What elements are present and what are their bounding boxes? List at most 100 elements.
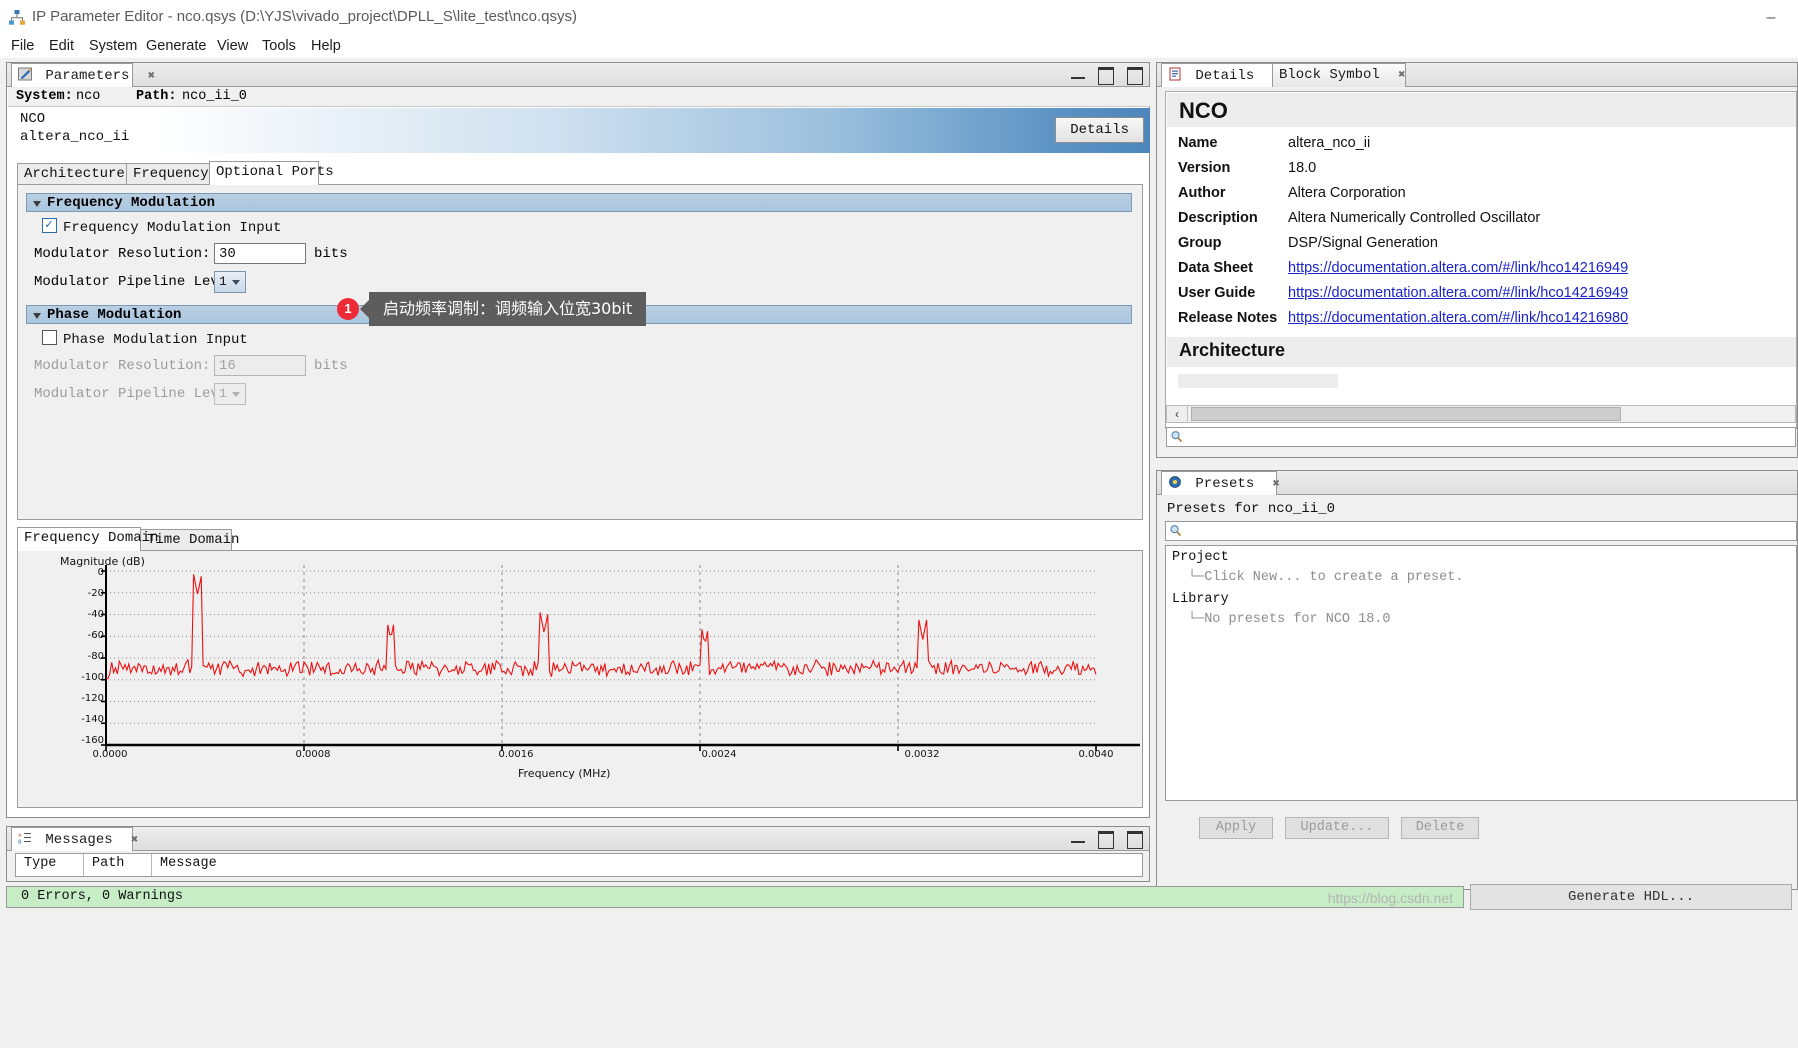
user-guide-link[interactable]: https://documentation.altera.com/#/link/… <box>1288 285 1628 301</box>
pm-resolution-unit: bits <box>314 358 348 374</box>
details-key: User Guide <box>1178 285 1256 301</box>
fm-modulator-resolution-input[interactable] <box>214 243 306 264</box>
tab-details[interactable]: Details ✖ <box>1161 63 1280 87</box>
fm-modulator-pipeline-label: Modulator Pipeline Level: <box>34 274 245 290</box>
tab-optional-ports[interactable]: Optional Ports <box>209 161 334 185</box>
column-header-message[interactable]: Message <box>152 854 1142 876</box>
phase-modulation-input-checkbox[interactable] <box>42 330 57 345</box>
status-bar: 0 Errors, 0 Warnings https://blog.csdn.n… <box>6 886 1464 908</box>
tab-presets-close-icon[interactable]: ✖ <box>1273 476 1280 491</box>
minimize-button[interactable]: – <box>1760 8 1782 28</box>
menu-bar: File Edit System Generate View Tools Hel… <box>0 36 1798 58</box>
details-key: Name <box>1178 135 1218 151</box>
release-notes-link[interactable]: https://documentation.altera.com/#/link/… <box>1288 310 1628 326</box>
details-row: Version 18.0 <box>1166 157 1796 182</box>
restore-icon[interactable] <box>1127 67 1143 85</box>
menu-item-tools[interactable]: Tools <box>259 38 299 54</box>
tab-parameters-label: Parameters <box>45 68 130 84</box>
menu-item-system[interactable]: System <box>86 38 140 54</box>
preset-library-hint-text: No presets for NCO 18.0 <box>1204 612 1391 627</box>
ip-parameter-editor-window: IP Parameter Editor - nco.qsys (D:\YJS\v… <box>0 0 1798 1048</box>
tab-parameters[interactable]: Parameters ✖ <box>11 63 155 87</box>
details-title-band: NCO <box>1167 93 1796 127</box>
callout-tooltip-1: 启动频率调制：调频输入位宽30bit <box>360 292 647 326</box>
fm-modulator-pipeline-select[interactable]: 1 <box>214 271 246 293</box>
path-value: nco_ii_0 <box>182 89 247 104</box>
presets-tree[interactable]: Project └─Click New... to create a prese… <box>1165 545 1797 801</box>
maximize-icon[interactable] <box>1098 67 1115 85</box>
apply-button[interactable]: Apply <box>1199 817 1273 839</box>
tab-messages-close-icon[interactable]: ✖ <box>131 832 138 847</box>
delete-button[interactable]: Delete <box>1401 817 1479 839</box>
tab-messages-label: Messages <box>45 832 113 848</box>
menu-item-generate[interactable]: Generate <box>143 38 209 54</box>
collapse-triangle-icon[interactable] <box>33 313 41 319</box>
details-key: Release Notes <box>1178 310 1278 326</box>
collapse-triangle-icon[interactable] <box>33 201 41 207</box>
scroll-left-button[interactable]: ‹ <box>1167 406 1188 422</box>
group-frequency-modulation-header[interactable]: Frequency Modulation <box>26 193 1132 212</box>
tab-architecture[interactable]: Architecture <box>17 163 127 185</box>
details-row: Description Altera Numerically Controlle… <box>1166 207 1796 232</box>
pm-modulator-pipeline-select: 1 <box>214 383 246 405</box>
menu-item-help[interactable]: Help <box>308 38 344 54</box>
phase-modulation-input-checkbox-row[interactable]: Phase Modulation Input <box>42 330 248 348</box>
callout-arrow-icon <box>360 299 370 319</box>
tab-block-symbol-label: Block Symbol <box>1279 67 1380 83</box>
tab-block-symbol[interactable]: Block Symbol ✖ <box>1272 63 1406 87</box>
tab-presets[interactable]: Presets ✖ <box>1161 471 1280 495</box>
messages-window-buttons <box>1066 831 1143 849</box>
column-label-message: Message <box>160 856 217 871</box>
details-value: altera_nco_ii <box>1288 135 1371 151</box>
search-icon <box>1171 431 1183 443</box>
preset-tree-node-project[interactable]: Project <box>1172 550 1229 565</box>
update-button[interactable]: Update... <box>1285 817 1389 839</box>
frequency-modulation-input-checkbox-row[interactable]: ✓ Frequency Modulation Input <box>42 218 281 236</box>
details-placeholder-row <box>1178 374 1338 388</box>
tab-parameters-close-icon[interactable]: ✖ <box>148 68 155 83</box>
path-key: Path: <box>136 89 177 104</box>
optional-ports-pane: Frequency Modulation ✓ Frequency Modulati… <box>17 184 1143 520</box>
column-label-type: Type <box>24 856 57 871</box>
maximize-icon[interactable] <box>1098 831 1115 849</box>
presets-icon <box>1169 476 1181 488</box>
presets-search-input[interactable] <box>1165 521 1797 541</box>
menu-item-edit[interactable]: Edit <box>46 38 77 54</box>
messages-panel: ✕ 0 Messages ✖ Type Path Message <box>6 826 1150 882</box>
pm-pipeline-value: 1 <box>219 386 227 401</box>
details-button[interactable]: Details <box>1055 117 1144 143</box>
details-key: Group <box>1178 235 1222 251</box>
data-sheet-link[interactable]: https://documentation.altera.com/#/link/… <box>1288 260 1628 276</box>
callout-badge-1: 1 <box>337 298 359 320</box>
tab-frequency[interactable]: Frequency <box>126 163 210 185</box>
tab-messages[interactable]: ✕ 0 Messages ✖ <box>11 827 138 851</box>
preset-hint-text: Click New... to create a preset. <box>1204 570 1464 585</box>
messages-icon: ✕ 0 <box>18 832 31 845</box>
details-search-input[interactable] <box>1166 427 1796 447</box>
window-title: IP Parameter Editor - nco.qsys (D:\YJS\v… <box>32 8 577 25</box>
group-frequency-modulation-title: Frequency Modulation <box>47 195 216 211</box>
status-text: 0 Errors, 0 Warnings <box>21 889 184 904</box>
generate-hdl-button[interactable]: Generate HDL... <box>1470 884 1792 910</box>
details-horizontal-scrollbar[interactable]: ‹ <box>1166 405 1796 423</box>
chart-tabs: Frequency Domain Time Domain <box>17 527 1143 551</box>
scrollbar-thumb[interactable] <box>1191 407 1621 421</box>
parameters-window-buttons <box>1066 67 1143 85</box>
menu-item-file[interactable]: File <box>8 38 37 54</box>
preset-tree-node-library[interactable]: Library <box>1172 592 1229 607</box>
pm-modulator-resolution-label: Modulator Resolution: <box>34 358 211 374</box>
details-section-heading: Architecture <box>1179 340 1286 360</box>
frequency-modulation-input-checkbox[interactable]: ✓ <box>42 218 57 233</box>
minimize-icon[interactable] <box>1071 831 1086 843</box>
tab-block-symbol-close-icon[interactable]: ✖ <box>1398 67 1405 82</box>
menu-item-view[interactable]: View <box>214 38 251 54</box>
restore-icon[interactable] <box>1127 831 1143 849</box>
tab-frequency-domain[interactable]: Frequency Domain <box>17 527 158 551</box>
messages-table-header: Type Path Message <box>15 853 1143 877</box>
column-header-path[interactable]: Path <box>84 854 152 876</box>
minimize-icon[interactable] <box>1071 67 1086 79</box>
svg-text:✕: ✕ <box>18 832 22 839</box>
column-header-type[interactable]: Type <box>16 854 84 876</box>
frequency-modulation-input-label: Frequency Modulation Input <box>63 220 282 236</box>
details-row: Group DSP/Signal Generation <box>1166 232 1796 257</box>
